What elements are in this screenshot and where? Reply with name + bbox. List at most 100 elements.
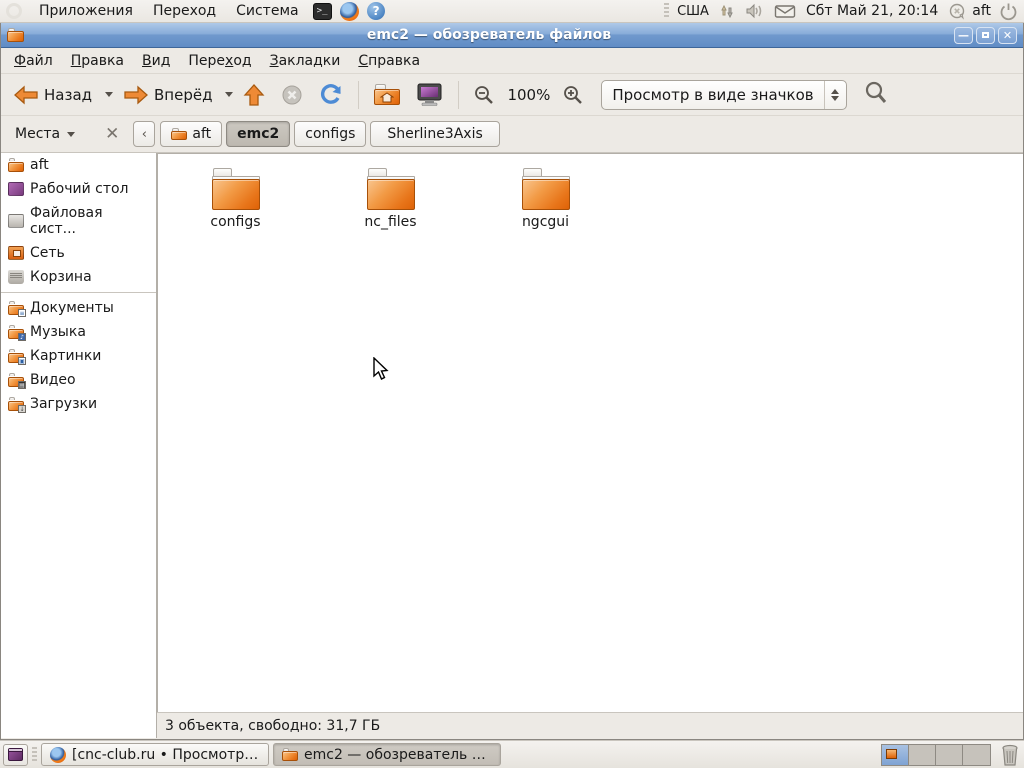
sidebar-item-video[interactable]: ▤ Видео <box>1 368 156 392</box>
minimize-button[interactable]: — <box>954 26 973 44</box>
workspace-2[interactable] <box>909 744 936 765</box>
sidebar-item-trash[interactable]: Корзина <box>1 265 156 289</box>
file-grid: configs nc_files ngcgui <box>158 154 1023 230</box>
clock[interactable]: Сбт Май 21, 20:14 <box>804 3 940 19</box>
menu-go[interactable]: Переход <box>179 50 260 72</box>
sidebar-close-button[interactable]: ✕ <box>105 125 119 143</box>
trash-icon <box>8 270 24 284</box>
task-button-file-manager[interactable]: emc2 — обозреватель фа... <box>273 743 501 766</box>
view-mode-select[interactable]: Просмотр в виде значков <box>601 79 847 110</box>
updates-arrows-icon[interactable] <box>717 3 737 20</box>
system-menu[interactable]: Система <box>227 1 307 21</box>
menu-view[interactable]: Вид <box>133 50 179 72</box>
panel-drag-handle[interactable] <box>664 3 670 19</box>
zoom-out-button[interactable] <box>468 81 500 109</box>
keyboard-layout-indicator[interactable]: США <box>677 4 709 19</box>
back-history-chevron-icon[interactable] <box>105 92 114 97</box>
menu-file[interactable]: Файл <box>5 50 62 72</box>
username: aft <box>972 3 991 19</box>
terminal-launcher[interactable]: >_ <box>312 2 333 21</box>
filesystem-disk-icon <box>8 214 24 228</box>
downloads-folder-icon: ↓ <box>8 397 26 413</box>
menu-edit[interactable]: Правка <box>62 50 133 72</box>
view-mode-spinner[interactable] <box>823 80 846 109</box>
breadcrumb-prev-button[interactable]: ‹ <box>133 121 156 147</box>
search-icon <box>865 81 886 103</box>
file-view[interactable]: configs nc_files ngcgui <box>157 153 1023 712</box>
back-button[interactable]: Назад <box>7 81 98 109</box>
trash-applet-icon[interactable] <box>999 743 1021 767</box>
panel-drag-handle[interactable] <box>32 746 37 763</box>
help-launcher[interactable]: ? <box>366 2 387 21</box>
window-title: emc2 — обозреватель файлов <box>366 27 612 43</box>
file-item-configs[interactable]: configs <box>158 168 313 230</box>
statusbar: 3 объекта, свободно: 31,7 ГБ <box>157 712 1023 738</box>
power-icon[interactable] <box>999 2 1018 21</box>
maximize-button[interactable] <box>976 26 995 44</box>
show-desktop-button[interactable] <box>3 743 28 766</box>
status-text: 3 объекта, свободно: 31,7 ГБ <box>165 717 381 734</box>
applications-menu[interactable]: Приложения <box>30 1 142 21</box>
zoom-level[interactable]: 100% <box>504 86 553 104</box>
sidebar-item-home[interactable]: aft <box>1 153 156 177</box>
workspace-4[interactable] <box>963 744 990 765</box>
forward-button[interactable]: Вперёд <box>117 81 218 109</box>
file-item-nc_files[interactable]: nc_files <box>313 168 468 230</box>
menu-help[interactable]: Справка <box>349 50 429 72</box>
stop-button[interactable] <box>275 80 309 110</box>
places-sidebar: aft Рабочий стол Файловая сист... Сеть К… <box>1 153 157 738</box>
music-folder-icon: ♪ <box>8 325 26 341</box>
task-button-firefox[interactable]: [cnc-club.ru • Просмотр т... <box>41 743 269 766</box>
reload-icon <box>321 83 342 104</box>
window-body: aft Рабочий стол Файловая сист... Сеть К… <box>1 153 1023 738</box>
volume-icon[interactable] <box>745 3 766 19</box>
sidebar-item-pictures[interactable]: ▣ Картинки <box>1 344 156 368</box>
places-menu[interactable]: Переход <box>144 1 225 21</box>
home-folder-icon <box>374 83 401 106</box>
breadcrumb-configs[interactable]: configs <box>294 121 367 147</box>
mail-icon[interactable] <box>774 4 796 19</box>
terminal-icon: >_ <box>312 2 332 20</box>
forward-history-chevron-icon[interactable] <box>225 92 234 97</box>
status-bubble-icon <box>950 3 965 20</box>
network-icon <box>8 246 24 260</box>
breadcrumb-sherline3axis[interactable]: Sherline3Axis <box>370 121 500 147</box>
help-icon: ? <box>367 2 386 20</box>
toolbar: Назад Вперёд 100% Просмотр в виде значко… <box>1 74 1023 116</box>
sidebar-item-documents[interactable]: ≡ Документы <box>1 296 156 320</box>
zoom-in-button[interactable] <box>557 81 589 109</box>
breadcrumb-aft[interactable]: aft <box>160 121 223 147</box>
view-mode-label: Просмотр в виде значков <box>612 85 814 104</box>
sidebar-item-network[interactable]: Сеть <box>1 241 156 265</box>
places-combo[interactable]: Места <box>9 122 81 146</box>
desktop: Приложения Переход Система >_ ? США Сбт … <box>0 0 1024 768</box>
chevron-down-icon <box>67 131 76 137</box>
workspace-1[interactable] <box>882 744 909 765</box>
home-button[interactable] <box>368 80 406 110</box>
file-manager-window: emc2 — обозреватель файлов — ✕ Файл Прав… <box>0 23 1024 740</box>
sidebar-item-music[interactable]: ♪ Музыка <box>1 320 156 344</box>
mouse-cursor <box>373 357 389 380</box>
zoom-out-icon <box>475 85 494 104</box>
breadcrumb-emc2[interactable]: emc2 <box>226 121 291 147</box>
sidebar-item-desktop[interactable]: Рабочий стол <box>1 177 156 201</box>
firefox-icon <box>339 1 359 21</box>
reload-button[interactable] <box>313 79 349 111</box>
up-button[interactable] <box>237 79 271 111</box>
file-item-ngcgui[interactable]: ngcgui <box>468 168 623 230</box>
firefox-launcher[interactable] <box>339 1 360 21</box>
search-button[interactable] <box>861 78 891 112</box>
titlebar[interactable]: emc2 — обозреватель файлов — ✕ <box>1 23 1023 48</box>
documents-folder-icon: ≡ <box>8 301 26 317</box>
sidebar-item-downloads[interactable]: ↓ Загрузки <box>1 392 156 416</box>
up-arrow-icon <box>244 83 265 106</box>
toolbar-separator <box>358 80 360 109</box>
me-menu[interactable]: aft <box>948 3 991 20</box>
computer-button[interactable] <box>410 79 449 111</box>
stop-icon <box>282 85 302 104</box>
close-button[interactable]: ✕ <box>998 26 1017 44</box>
sidebar-item-filesystem[interactable]: Файловая сист... <box>1 201 156 241</box>
workspace-3[interactable] <box>936 744 963 765</box>
workspace-switcher[interactable] <box>881 743 991 766</box>
menu-bookmarks[interactable]: Закладки <box>261 50 350 72</box>
